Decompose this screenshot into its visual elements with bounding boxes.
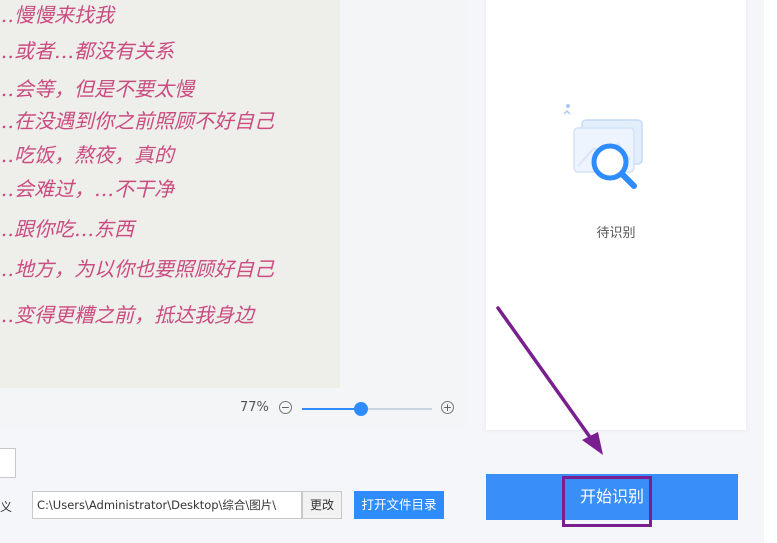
zoom-percent: 77% [240,400,269,415]
handwriting-line: …会难过，…不干净 [0,177,176,201]
right-edge [764,0,777,543]
zoom-slider-fill [302,408,361,410]
option-field[interactable] [0,448,16,478]
handwriting-line: …在没遇到你之前照顾不好自己 [0,109,275,133]
handwriting-image: …慢慢来找我 …或者…都没有关系 …会等，但是不要太慢 …在没遇到你之前照顾不好自己 …… [0,0,340,388]
open-folder-button[interactable]: 打开文件目录 [354,491,444,519]
output-path-label: 义 [0,500,13,514]
annotation-highlight-box [562,476,652,527]
image-search-icon [563,104,643,189]
result-panel: 待识别 [486,0,746,430]
handwriting-line: …跟你吃…东西 [0,217,137,241]
zoom-in-icon[interactable]: + [441,401,454,414]
handwriting-line: …变得更糟之前，抵达我身边 [0,303,256,327]
handwriting-line: …会等，但是不要太慢 [0,77,196,101]
zoom-out-icon[interactable]: − [279,401,292,414]
handwriting-line: …慢慢来找我 [0,3,116,27]
zoom-bar: 77% − + [0,392,466,426]
handwriting-line: …或者…都没有关系 [0,39,175,63]
zoom-slider-thumb[interactable] [353,402,368,416]
handwriting-line: …地方，为以你也要照顾好自己 [0,257,275,281]
handwriting-line: …吃饭，熬夜，真的 [0,143,176,167]
recognition-status: 待识别 [596,226,636,241]
output-path-field[interactable]: C:\Users\Administrator\Desktop\综合\图片\ [32,491,302,519]
zoom-slider[interactable] [302,402,432,416]
preview-panel: …慢慢来找我 …或者…都没有关系 …会等，但是不要太慢 …在没遇到你之前照顾不好自己 …… [0,0,466,430]
handwriting-image-graphic: …慢慢来找我 …或者…都没有关系 …会等，但是不要太慢 …在没遇到你之前照顾不好自己 …… [0,0,340,388]
change-path-button[interactable]: 更改 [302,491,342,519]
